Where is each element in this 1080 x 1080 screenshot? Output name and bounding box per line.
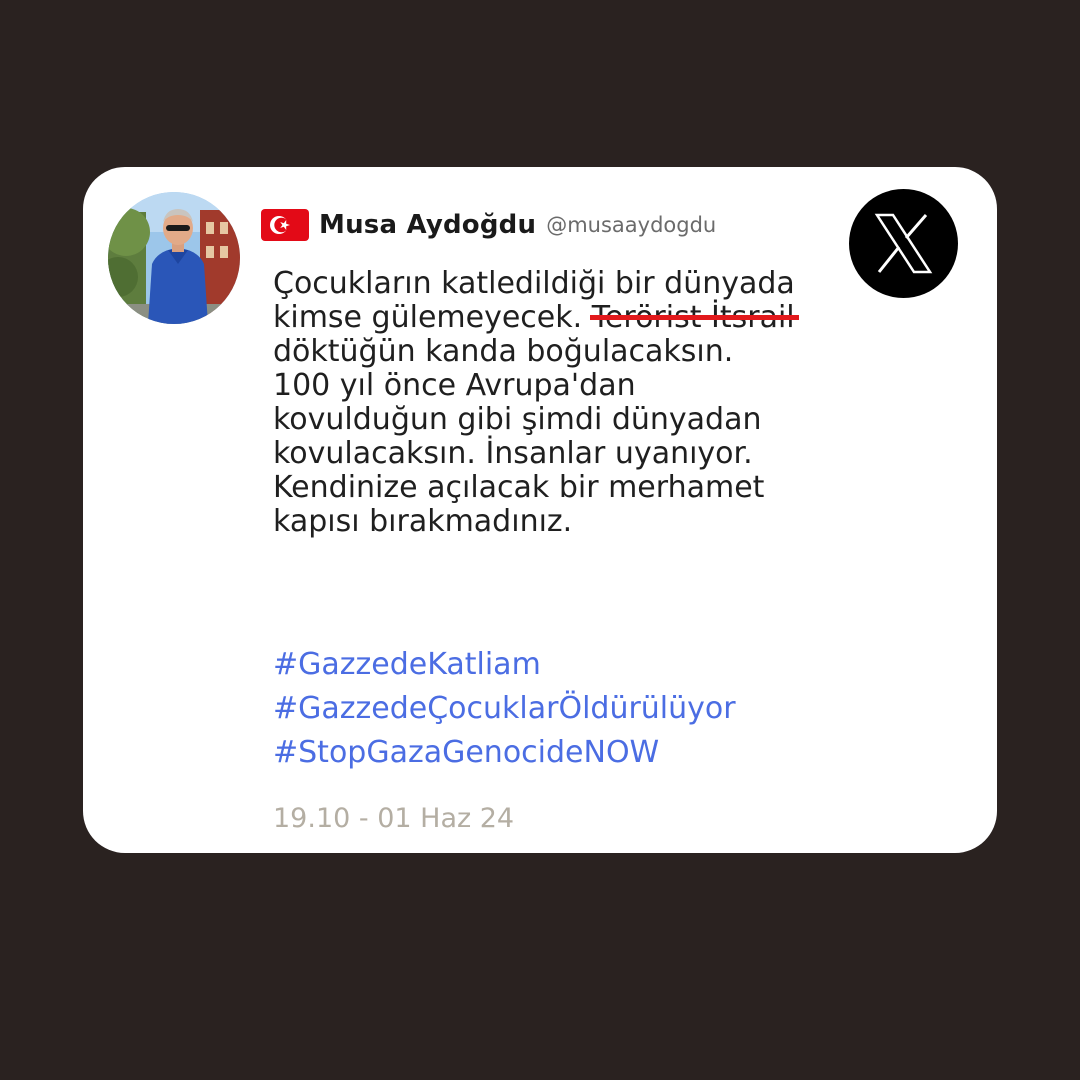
author-handle[interactable]: @musaaydogdu (546, 213, 716, 237)
tweet-text-line: 100 yıl önce Avrupa'dan (273, 368, 636, 403)
hashtag-link[interactable]: #GazzedeÇocuklarÖldürülüyor (273, 687, 736, 731)
tweet-text-line: Çocukların katledildiği bir dünyada (273, 266, 795, 301)
tweet-card: Musa Aydoğdu @musaaydogdu Çocukların kat… (83, 167, 997, 853)
tweet-text-line: kapısı bırakmadınız. (273, 504, 573, 539)
tweet-text-line: döktüğün kanda boğulacaksın. (273, 334, 734, 369)
turkey-flag-icon (261, 209, 309, 241)
tweet-text-line: kimse gülemeyecek. Terörist İtsrail (273, 301, 893, 335)
hashtag-link[interactable]: #StopGazaGenocideNOW (273, 731, 736, 775)
hashtag-list: #GazzedeKatliam #GazzedeÇocuklarÖldürülü… (273, 643, 736, 775)
tweet-text-line: kovulduğun gibi şimdi dünyadan (273, 402, 762, 437)
tweet-timestamp[interactable]: 19.10 - 01 Haz 24 (273, 803, 514, 834)
avatar[interactable] (108, 192, 240, 324)
tweet-text-line: Kendinize açılacak bir merhamet (273, 470, 765, 505)
tweet-text-line: kovulacaksın. İnsanlar uyanıyor. (273, 436, 753, 471)
tweet-text: Çocukların katledildiği bir dünyada kims… (273, 267, 893, 539)
tweet-text-segment: kimse gülemeyecek. (273, 300, 583, 335)
struck-through-text: Terörist İtsrail (589, 300, 799, 335)
hashtag-link[interactable]: #GazzedeKatliam (273, 643, 736, 687)
author-display-name[interactable]: Musa Aydoğdu (319, 210, 536, 240)
tweet-header: Musa Aydoğdu @musaaydogdu (261, 207, 716, 243)
profile-photo-icon (108, 192, 240, 324)
